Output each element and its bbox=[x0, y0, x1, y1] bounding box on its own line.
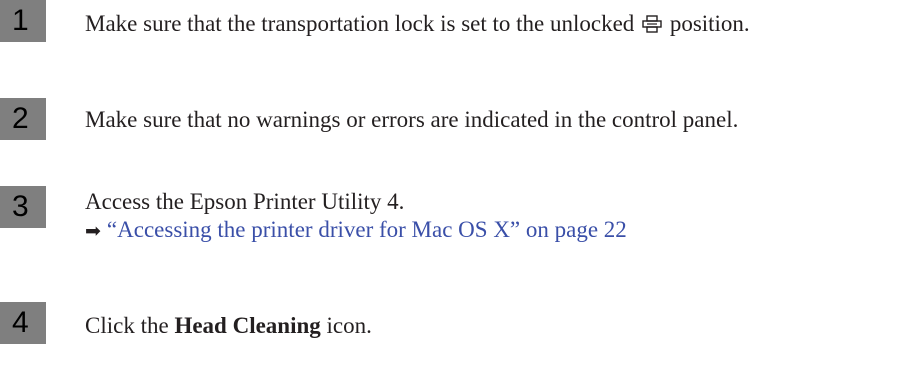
step-number: 4 bbox=[12, 306, 29, 339]
step-text: Make sure that the transportation lock i… bbox=[85, 10, 750, 38]
step-number-badge: 2 bbox=[0, 98, 46, 140]
step-text: Access the Epson Printer Utility 4. ➡ “Ac… bbox=[85, 188, 627, 244]
step-text-after: icon. bbox=[326, 313, 372, 338]
step-number-badge: 1 bbox=[0, 0, 46, 42]
step-number-badge: 3 bbox=[0, 186, 46, 228]
step-number-badge: 4 bbox=[0, 302, 46, 344]
step-text-bold: Head Cleaning bbox=[174, 313, 321, 338]
step-text-before: Make sure that the transportation lock i… bbox=[85, 11, 635, 36]
step-text: Make sure that no warnings or errors are… bbox=[85, 107, 739, 132]
step-number: 3 bbox=[12, 190, 29, 223]
step-text-before: Click the bbox=[85, 313, 169, 338]
step-text-line: Access the Epson Printer Utility 4. bbox=[85, 189, 405, 214]
step-number: 1 bbox=[12, 4, 29, 37]
cross-reference: ➡ “Accessing the printer driver for Mac O… bbox=[85, 216, 627, 244]
cross-reference-link[interactable]: “Accessing the printer driver for Mac OS… bbox=[107, 217, 627, 242]
step-number: 2 bbox=[12, 102, 29, 135]
step-text: Click the Head Cleaning icon. bbox=[85, 312, 372, 340]
step-text-after: position. bbox=[669, 11, 750, 36]
unlocked-transport-lock-icon bbox=[642, 15, 662, 33]
arrow-right-icon: ➡ bbox=[85, 220, 101, 242]
